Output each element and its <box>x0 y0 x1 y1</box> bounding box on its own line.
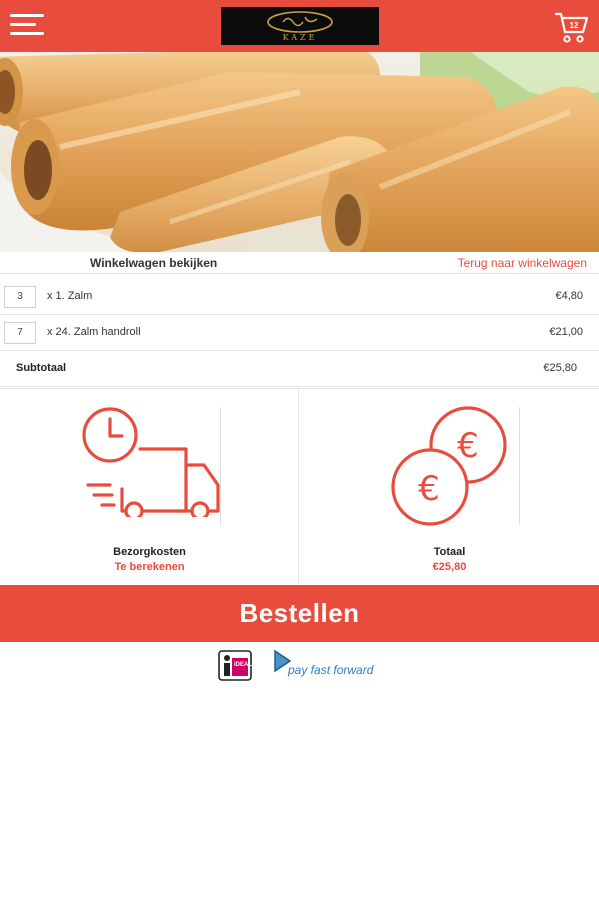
delivery-cost-title: Bezorgkosten <box>113 546 186 558</box>
cart-item-row: 3 x 1. Zalm €4,80 <box>0 279 599 315</box>
item-name: x 24. Zalm handroll <box>47 326 141 338</box>
subtotal-label: Subtotaal <box>16 362 67 374</box>
item-price: €21,00 <box>549 326 583 338</box>
hamburger-menu-icon[interactable] <box>10 14 44 38</box>
total-title: Totaal <box>433 546 466 558</box>
app-header: KAZE 12 <box>0 0 599 52</box>
subtotal-row: Subtotaal €25,80 <box>0 351 599 387</box>
delivery-cost-card: Bezorgkosten Te berekenen <box>0 389 299 585</box>
cart-header: Winkelwagen bekijken Terug naar winkelwa… <box>0 252 599 274</box>
quantity-input[interactable]: 3 <box>4 286 36 308</box>
subtotal-value: €25,80 <box>543 362 577 374</box>
total-card: € € Totaal €25,80 <box>300 389 599 585</box>
shopping-cart-icon[interactable]: 12 <box>553 10 589 46</box>
pay-fast-forward-label: pay fast forward <box>288 663 374 677</box>
view-cart-label: Winkelwagen bekijken <box>90 256 218 270</box>
item-name: x 1. Zalm <box>47 290 93 302</box>
order-button[interactable]: Bestellen <box>0 585 599 642</box>
back-to-cart-link[interactable]: Terug naar winkelwagen <box>458 256 587 270</box>
svg-text:KAZE: KAZE <box>283 33 318 42</box>
svg-text:€: € <box>457 426 479 466</box>
pay-fast-forward-logo: pay fast forward <box>272 648 388 682</box>
svg-text:€: € <box>418 469 440 509</box>
logo-icon: KAZE <box>267 11 333 42</box>
ideal-logo: iDEAL <box>218 650 252 681</box>
cart-count-badge: 12 <box>569 21 579 30</box>
order-summary: Bezorgkosten Te berekenen € € Totaal €25… <box>0 388 599 585</box>
cart-item-row: 7 x 24. Zalm handroll €21,00 <box>0 315 599 351</box>
euro-coins-icon: € € <box>391 406 507 526</box>
delivery-cost-value: Te berekenen <box>114 561 185 573</box>
item-price: €4,80 <box>555 290 583 302</box>
delivery-truck-clock-icon <box>82 407 220 517</box>
total-value: €25,80 <box>432 561 467 573</box>
restaurant-logo[interactable]: KAZE <box>221 7 379 45</box>
quantity-input[interactable]: 7 <box>4 322 36 344</box>
ideal-label: iDEAL <box>234 662 252 668</box>
hero-food-image <box>0 52 599 262</box>
